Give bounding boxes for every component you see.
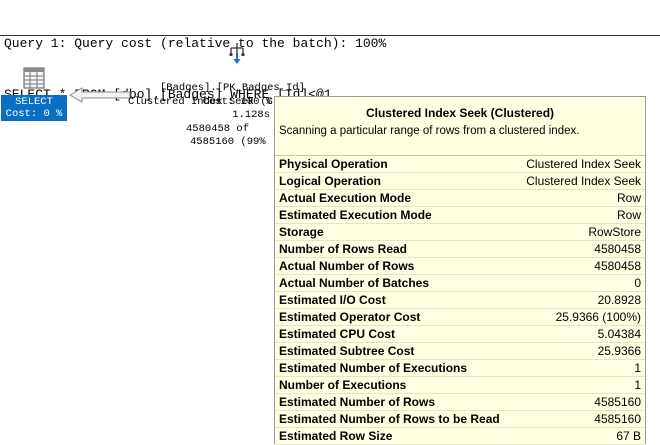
tooltip-property-row: Estimated Subtree Cost 25.9366: [275, 343, 645, 360]
property-value: RowStore: [588, 225, 641, 239]
seek-estimated-rows: 4585160 (99%: [190, 136, 266, 148]
seek-actual-rows: 4580458 of: [186, 123, 250, 135]
tooltip-property-row: Estimated Execution Mode Row: [275, 207, 645, 224]
property-label: Estimated Number of Rows to be Read: [279, 412, 500, 426]
data-flow-arrow-icon: [69, 87, 131, 103]
property-label: Actual Number of Rows: [279, 259, 415, 273]
property-label: Estimated I/O Cost: [279, 293, 386, 307]
property-value: 20.8928: [597, 293, 641, 307]
tooltip-property-row: Physical Operation Clustered Index Seek: [275, 156, 645, 173]
property-label: Estimated CPU Cost: [279, 327, 396, 341]
property-label: Physical Operation: [279, 157, 388, 171]
property-value: 4580458: [594, 259, 641, 273]
tooltip-property-row: Estimated Number of Rows 4585160: [275, 394, 645, 411]
property-value: 67 B: [616, 429, 641, 443]
property-value: Row: [616, 208, 641, 222]
property-label: Estimated Number of Rows: [279, 395, 436, 409]
property-label: Estimated Execution Mode: [279, 208, 432, 222]
property-label: Logical Operation: [279, 174, 382, 188]
property-value: 1: [634, 361, 641, 375]
operator-tooltip: Clustered Index Seek (Clustered) Scannin…: [274, 96, 646, 445]
tooltip-properties: Physical Operation Clustered Index Seek Lo…: [275, 156, 645, 445]
seek-elapsed-time: 1.128s: [232, 109, 270, 121]
seek-cost: Cost: 100 %: [202, 96, 272, 108]
seek-node-labels[interactable]: Clustered Index Seek (Clustered) [Badges…: [0, 69, 330, 164]
tooltip-property-row: Estimated CPU Cost 5.04384: [275, 326, 645, 343]
tooltip-property-row: Estimated Row Size 67 B: [275, 428, 645, 445]
property-value: Clustered Index Seek: [526, 157, 641, 171]
property-value: Clustered Index Seek: [526, 174, 641, 188]
property-label: Estimated Row Size: [279, 429, 393, 443]
property-label: Actual Execution Mode: [279, 191, 412, 205]
tooltip-property-row: Logical Operation Clustered Index Seek: [275, 173, 645, 190]
tooltip-property-row: Estimated Number of Rows to be Read 45851…: [275, 411, 645, 428]
property-value: 0: [634, 276, 641, 290]
property-label: Number of Executions: [279, 378, 407, 392]
tooltip-property-row: Actual Execution Mode Row: [275, 190, 645, 207]
property-value: 1: [634, 378, 641, 392]
tooltip-property-row: Actual Number of Batches 0: [275, 275, 645, 292]
property-label: Estimated Number of Executions: [279, 361, 468, 375]
seek-index-name: [Badges].[PK_Badges_Id]: [160, 82, 305, 94]
tooltip-property-row: Estimated Number of Executions 1: [275, 360, 645, 377]
select-table-icon[interactable]: [23, 67, 45, 89]
property-value: 4585160: [594, 412, 641, 426]
tooltip-property-row: Estimated I/O Cost 20.8928: [275, 292, 645, 309]
property-label: Estimated Subtree Cost: [279, 344, 415, 358]
tooltip-title: Clustered Index Seek (Clustered): [365, 106, 555, 120]
property-label: Storage: [279, 225, 324, 239]
query-cost-line: Query 1: Query cost (relative to the bat…: [4, 36, 387, 51]
tooltip-property-row: Number of Executions 1: [275, 377, 645, 394]
header-divider: [0, 35, 660, 36]
tooltip-property-row: Estimated Operator Cost 25.9366 (100%): [275, 309, 645, 326]
property-value: 25.9366: [597, 344, 641, 358]
tooltip-property-row: Actual Number of Rows 4580458: [275, 258, 645, 275]
property-label: Actual Number of Batches: [279, 276, 430, 290]
tooltip-property-row: Storage RowStore: [275, 224, 645, 241]
property-value: 25.9366 (100%): [555, 310, 641, 324]
property-value: 5.04384: [597, 327, 641, 341]
property-value: Row: [616, 191, 641, 205]
clustered-index-seek-icon[interactable]: [225, 41, 249, 65]
tooltip-property-row: Number of Rows Read 4580458: [275, 241, 645, 258]
tooltip-description: Scanning a particular range of rows from…: [279, 125, 580, 137]
property-label: Estimated Operator Cost: [279, 310, 421, 324]
property-label: Number of Rows Read: [279, 242, 408, 256]
property-value: 4585160: [594, 395, 641, 409]
property-value: 4580458: [594, 242, 641, 256]
